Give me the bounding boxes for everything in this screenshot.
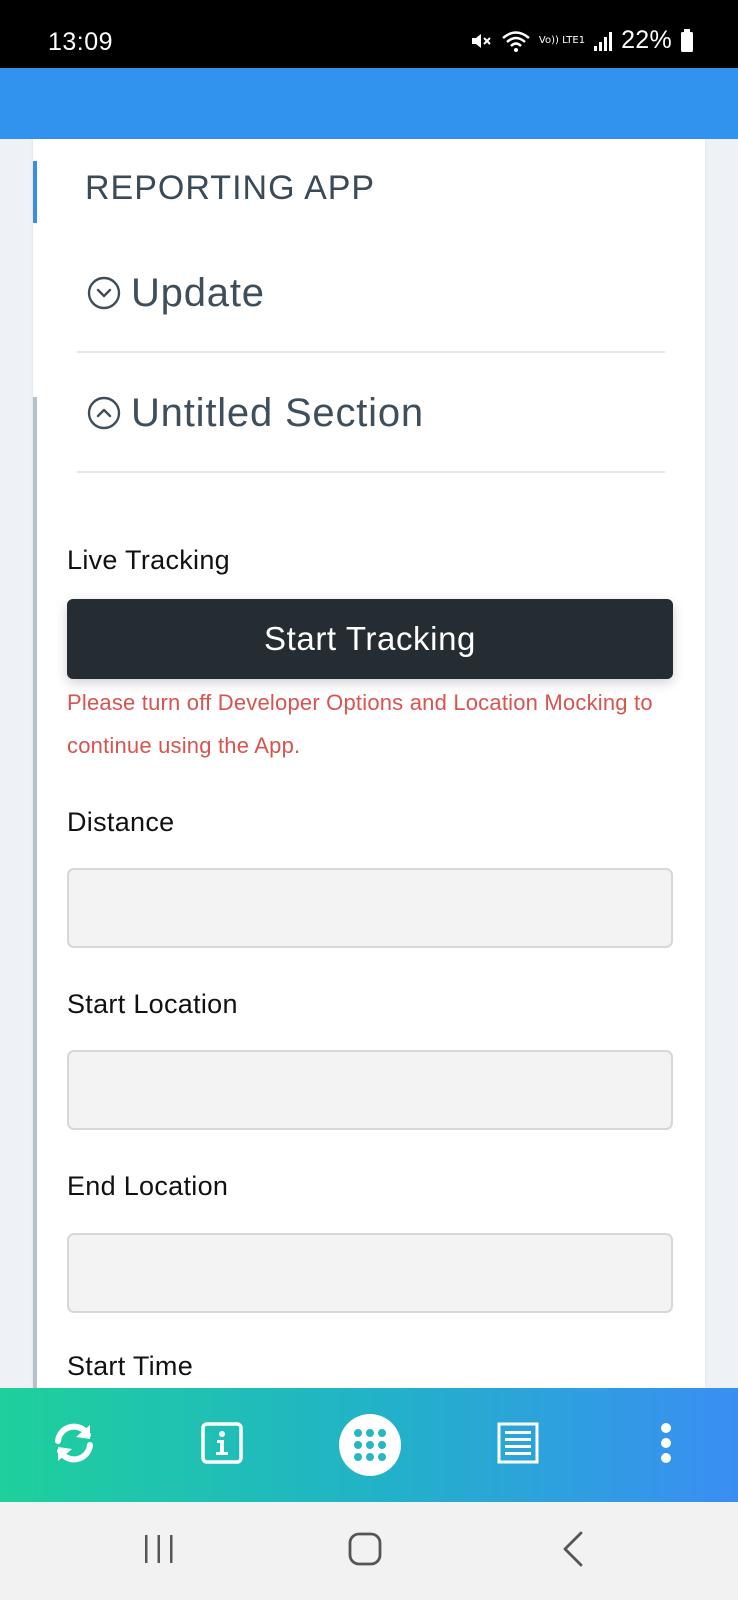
home-icon	[347, 1531, 383, 1572]
status-icons: Vo)) LTE1 22%	[469, 26, 694, 55]
chevron-down-circle-icon	[87, 276, 121, 310]
section-accent-bar	[33, 397, 37, 1388]
recent-apps-button[interactable]	[114, 1502, 204, 1600]
developer-options-warning: Please turn off Developer Options and Lo…	[67, 690, 653, 758]
chevron-up-circle-icon	[87, 396, 121, 430]
form-card: REPORTING APP Update Untitled Section Li…	[33, 139, 705, 1388]
signal-icon	[593, 30, 613, 52]
start-time-label: Start Time	[67, 1351, 194, 1381]
back-button[interactable]	[528, 1502, 618, 1600]
distance-label: Distance	[67, 807, 175, 837]
status-bar: 13:09 Vo)) LTE1 22%	[0, 0, 738, 68]
end-location-label: End Location	[67, 1171, 229, 1201]
end-location-field[interactable]	[67, 1233, 673, 1313]
system-navigation-bar	[0, 1502, 738, 1600]
start-tracking-button[interactable]: Start Tracking	[67, 599, 673, 679]
start-location-label: Start Location	[67, 989, 238, 1019]
info-icon	[200, 1421, 244, 1470]
status-time: 13:09	[48, 28, 114, 56]
battery-percent: 22%	[621, 26, 672, 54]
section-update-label: Update	[131, 270, 265, 315]
app-header	[0, 68, 738, 139]
list-icon	[496, 1421, 540, 1470]
back-icon	[559, 1530, 587, 1573]
app-title: REPORTING APP	[85, 169, 376, 207]
info-button[interactable]	[182, 1388, 262, 1502]
list-button[interactable]	[478, 1388, 558, 1502]
home-button[interactable]	[320, 1502, 410, 1600]
mute-icon	[469, 29, 493, 53]
title-accent-bar	[33, 161, 37, 223]
apps-grid-icon	[339, 1414, 401, 1476]
bottom-toolbar	[0, 1388, 738, 1502]
sync-button[interactable]	[34, 1388, 114, 1502]
battery-icon	[680, 28, 694, 53]
section-untitled-label: Untitled Section	[131, 390, 424, 435]
more-vertical-icon	[659, 1421, 673, 1470]
apps-menu-button[interactable]	[330, 1388, 410, 1502]
section-untitled-header[interactable]: Untitled Section	[77, 355, 665, 473]
start-location-field[interactable]	[67, 1050, 673, 1130]
live-tracking-label: Live Tracking	[67, 545, 230, 575]
distance-field[interactable]	[67, 868, 673, 948]
wifi-icon	[501, 29, 531, 53]
volte-icon: Vo)) LTE1	[538, 34, 586, 46]
section-update-header[interactable]: Update	[77, 235, 665, 353]
sync-icon	[46, 1415, 102, 1476]
more-options-button[interactable]	[626, 1388, 706, 1502]
recent-apps-icon	[142, 1532, 176, 1571]
